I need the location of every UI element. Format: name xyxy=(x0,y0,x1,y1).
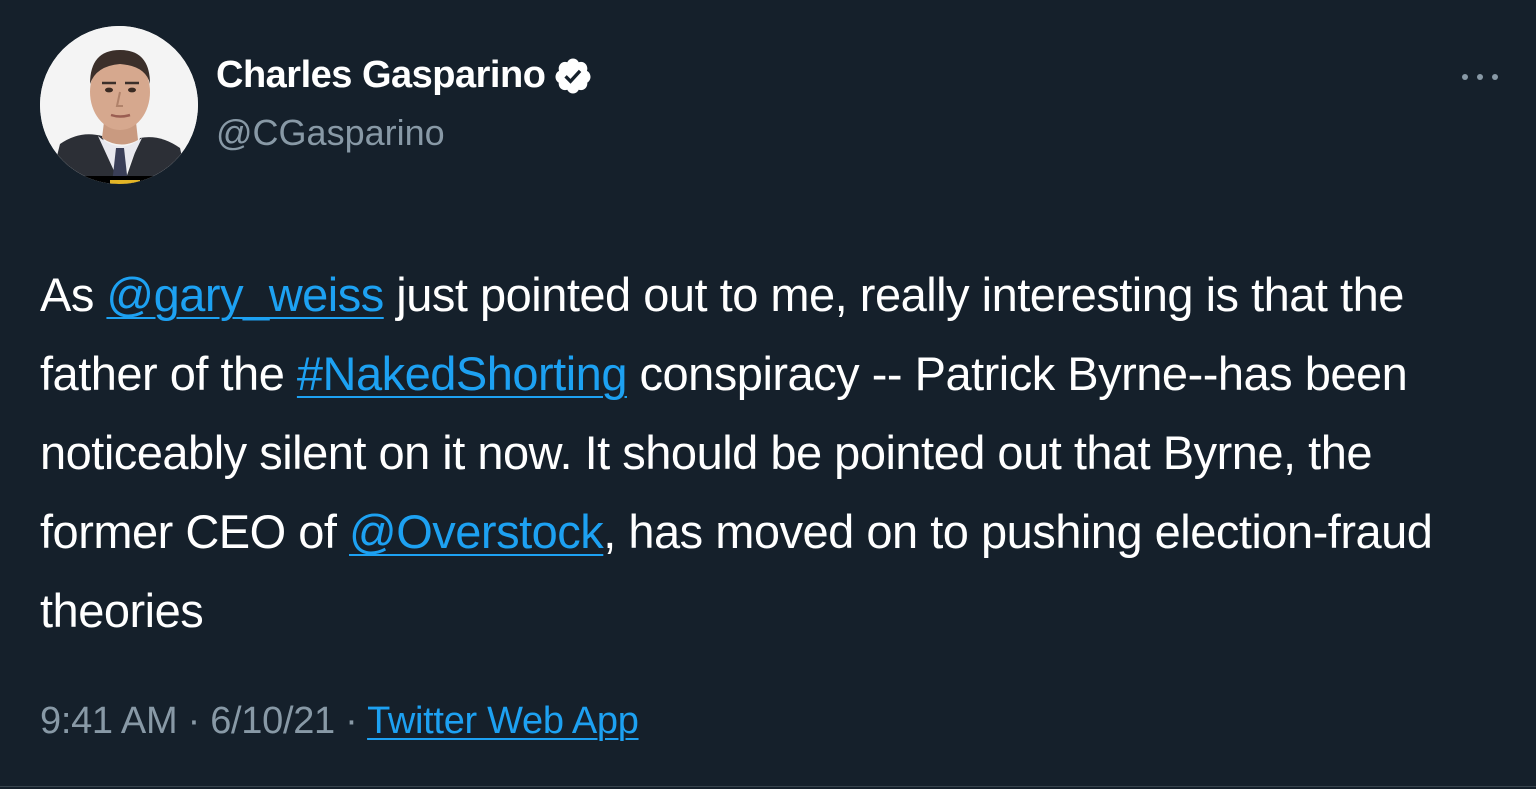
tweet-card: Charles Gasparino @CGasparino As @gary_w… xyxy=(0,0,1536,789)
tweet-text: As @gary_weiss just pointed out to me, r… xyxy=(40,255,1500,650)
separator: · xyxy=(177,700,211,742)
dot xyxy=(1477,74,1483,80)
tweet-date[interactable]: 6/10/21 xyxy=(210,700,335,742)
dot xyxy=(1492,74,1498,80)
hashtag-link[interactable]: #NakedShorting xyxy=(297,347,628,400)
separator: · xyxy=(334,700,368,742)
tweet-metadata: 9:41 AM · 6/10/21 · Twitter Web App xyxy=(40,700,639,743)
mention-link[interactable]: @gary_weiss xyxy=(106,268,384,321)
author-name-row[interactable]: Charles Gasparino xyxy=(216,54,593,97)
avatar-photo xyxy=(40,26,198,184)
avatar[interactable] xyxy=(40,26,198,184)
source-app-link[interactable]: Twitter Web App xyxy=(367,700,639,742)
more-options-icon[interactable] xyxy=(1462,64,1498,90)
verified-badge-icon xyxy=(553,56,593,96)
author-display-name[interactable]: Charles Gasparino xyxy=(216,54,546,97)
tweet-text-part: As xyxy=(40,268,107,321)
dot xyxy=(1462,74,1468,80)
author-handle[interactable]: @CGasparino xyxy=(216,112,445,154)
tweet-time[interactable]: 9:41 AM xyxy=(40,700,178,742)
mention-link[interactable]: @Overstock xyxy=(349,505,604,558)
